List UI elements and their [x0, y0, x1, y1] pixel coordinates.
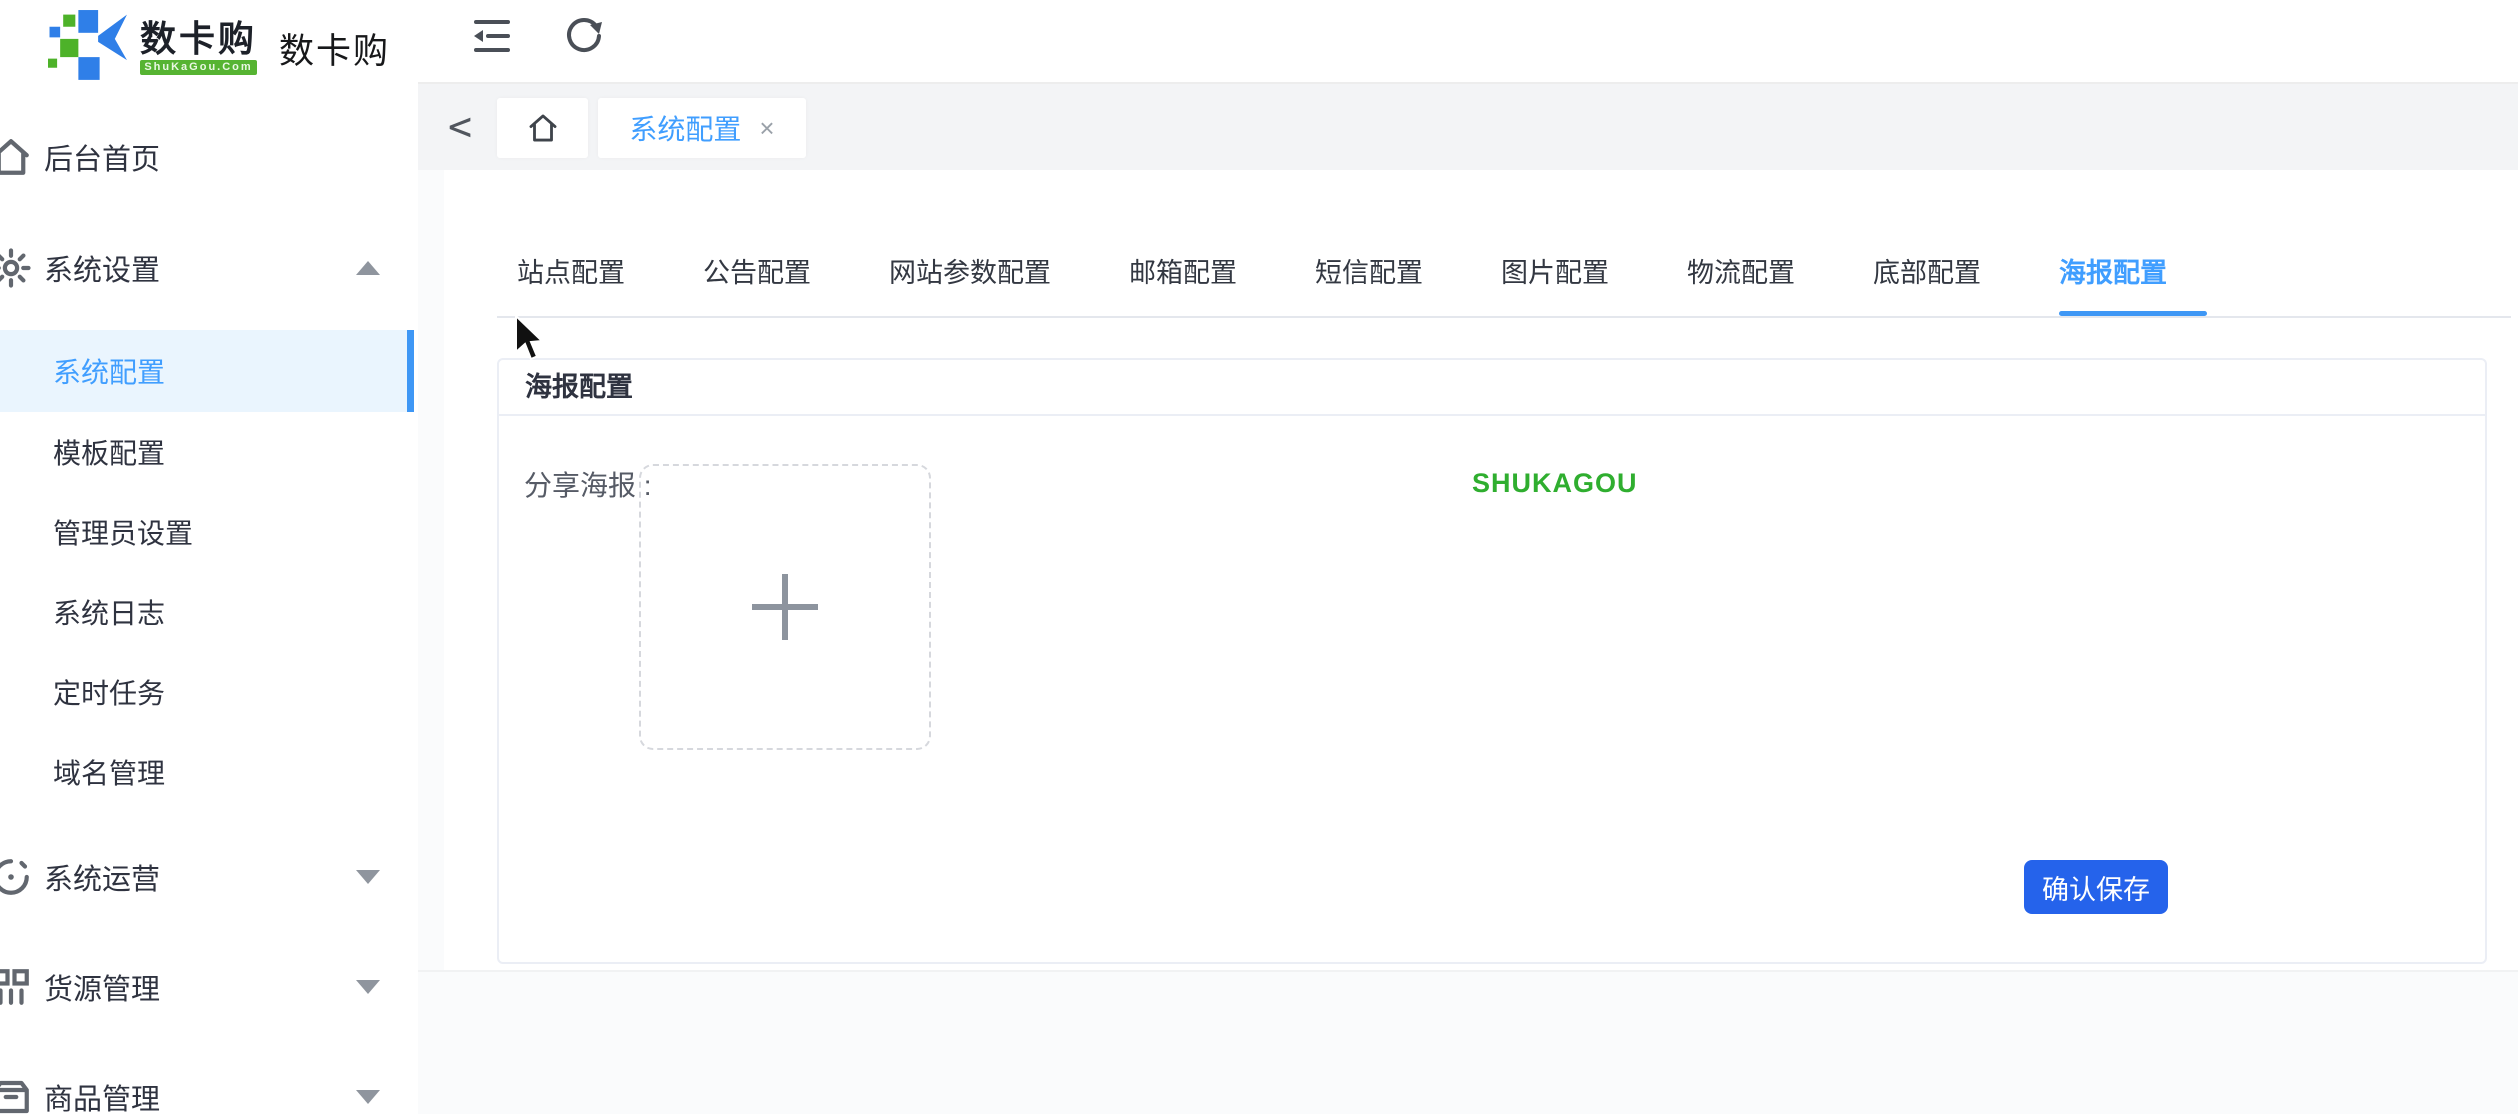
- watermark-text: SHUKAGOU: [1472, 468, 1638, 499]
- tab-site-params-config[interactable]: 网站参数配置: [889, 260, 1051, 287]
- chevron-down-icon: [356, 1090, 380, 1104]
- chevron-up-icon: [356, 261, 380, 275]
- tab-mail-config[interactable]: 邮箱配置: [1129, 260, 1237, 287]
- refresh-icon[interactable]: [562, 14, 606, 58]
- active-item-bar: [407, 330, 414, 412]
- brand-logo: 数卡购 ShuKaGou.Com 数卡购: [0, 0, 418, 96]
- sidebar-item-goods-management[interactable]: 商品管理: [0, 1042, 418, 1114]
- card-title: 海报配置: [499, 360, 2485, 416]
- tabs-divider: [497, 316, 2511, 318]
- tab-announcement-config[interactable]: 公告配置: [703, 260, 811, 287]
- poster-config-card: 海报配置 分享海报 : SHUKAGOU 确认保存: [497, 358, 2487, 964]
- supply-grid-icon: [0, 964, 34, 1010]
- tab-label: 系统配置: [629, 108, 741, 148]
- back-arrow-icon[interactable]: <: [448, 84, 472, 170]
- open-tab-system-config[interactable]: 系统配置 ×: [598, 98, 806, 158]
- gear-icon: [0, 245, 34, 291]
- tab-footer-config[interactable]: 底部配置: [1873, 260, 1981, 287]
- main-content: 站点配置 公告配置 网站参数配置 邮箱配置 短信配置 图片配置 物流配置 底部配…: [444, 170, 2518, 970]
- tab-strip: < 系统配置 ×: [418, 84, 2518, 170]
- sidebar-item-system-logs[interactable]: 系统日志: [0, 572, 407, 652]
- home-icon: [0, 134, 34, 180]
- sidebar-item-dashboard[interactable]: 后台首页: [0, 102, 418, 212]
- tab-site-config[interactable]: 站点配置: [517, 260, 625, 287]
- page-background-bottom: [418, 970, 2518, 1114]
- tab-logistics-config[interactable]: 物流配置: [1687, 260, 1795, 287]
- operations-icon: [0, 854, 34, 900]
- config-tabs: 站点配置 公告配置 网站参数配置 邮箱配置 短信配置 图片配置 物流配置 底部配…: [517, 260, 2167, 287]
- chevron-down-icon: [356, 870, 380, 884]
- tab-image-config[interactable]: 图片配置: [1501, 260, 1609, 287]
- logo-title: 数卡购: [140, 21, 257, 57]
- sidebar-item-system-settings[interactable]: 系统设置: [0, 213, 418, 323]
- sidebar-item-template-config[interactable]: 模板配置: [0, 412, 407, 492]
- sidebar-item-scheduled-tasks[interactable]: 定时任务: [0, 652, 407, 732]
- tab-poster-config[interactable]: 海报配置: [2059, 260, 2167, 287]
- app-title: 数卡购: [279, 23, 390, 74]
- home-icon: [526, 111, 560, 145]
- poster-upload-box[interactable]: [639, 464, 931, 750]
- sidebar-item-supply-management[interactable]: 货源管理: [0, 932, 418, 1042]
- chevron-down-icon: [356, 980, 380, 994]
- share-poster-label: 分享海报 :: [524, 464, 652, 504]
- sidebar: 数卡购 ShuKaGou.Com 数卡购 后台首页 系统设置 系统配置 模板配置…: [0, 0, 418, 1114]
- home-tab[interactable]: [497, 98, 588, 158]
- tab-sms-config[interactable]: 短信配置: [1315, 260, 1423, 287]
- plus-icon: [752, 574, 818, 640]
- close-icon[interactable]: ×: [759, 115, 774, 141]
- logo-domain: ShuKaGou.Com: [140, 60, 257, 75]
- goods-box-icon: [0, 1074, 34, 1114]
- sidebar-item-admin-settings[interactable]: 管理员设置: [0, 492, 407, 572]
- confirm-save-button[interactable]: 确认保存: [2024, 860, 2168, 914]
- topbar: [418, 0, 2518, 84]
- sidebar-item-system-config[interactable]: 系统配置: [0, 330, 407, 412]
- brand-logo-icon: [48, 8, 130, 88]
- sidebar-item-domain-management[interactable]: 域名管理: [0, 732, 407, 812]
- collapse-menu-icon[interactable]: [470, 14, 514, 58]
- sidebar-item-system-operations[interactable]: 系统运营: [0, 822, 418, 932]
